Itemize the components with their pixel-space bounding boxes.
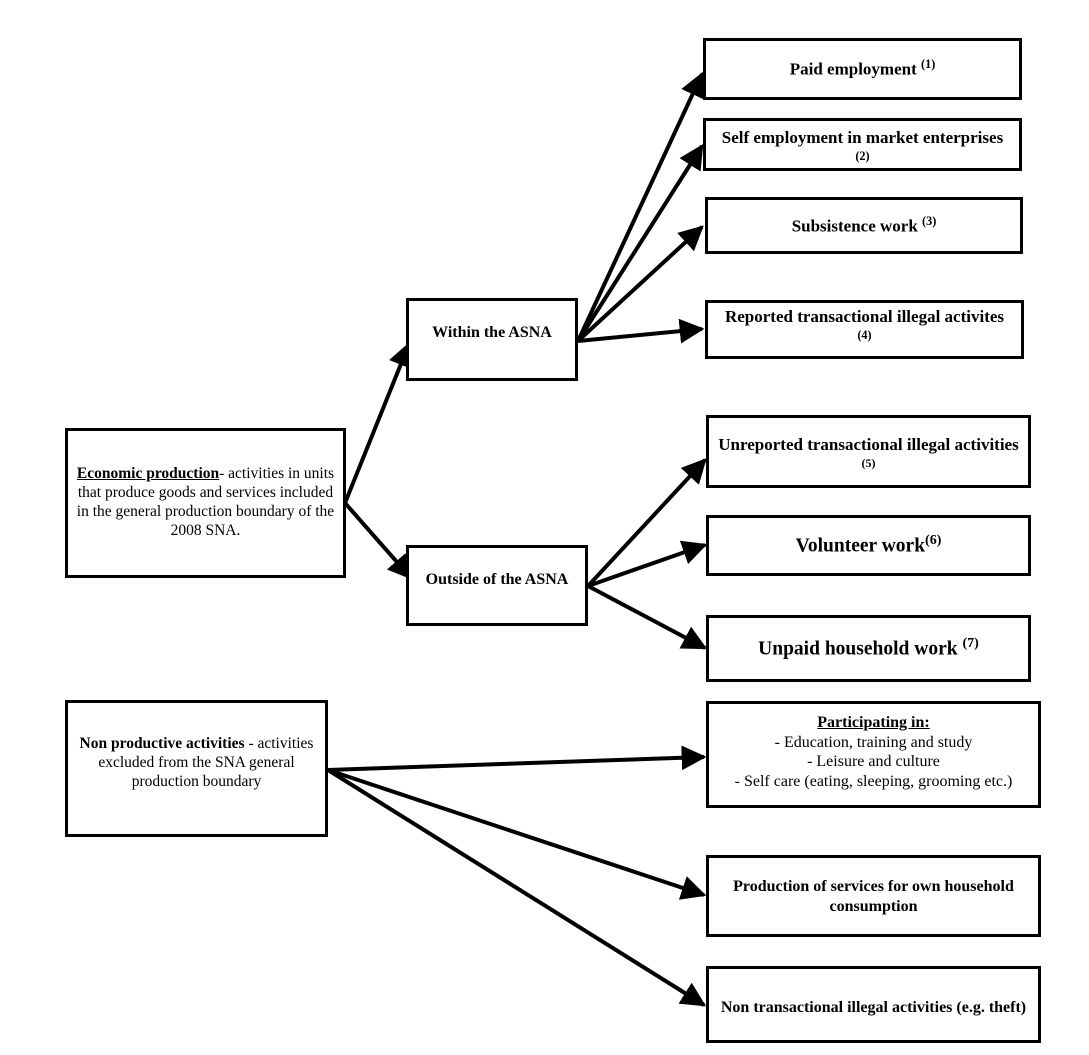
paid-employment-note: (1) xyxy=(921,57,936,72)
participating-in-item-1: - Leisure and culture xyxy=(807,753,940,771)
volunteer-work-text: Volunteer work(6) xyxy=(709,532,1028,558)
edge-nonproductive-to-non-transactional xyxy=(326,768,707,1007)
volunteer-work-note: (6) xyxy=(925,532,942,549)
node-economic-production[interactable]: Economic production- activities in units… xyxy=(65,428,346,578)
self-employment-note: (2) xyxy=(855,148,870,163)
node-unreported-transactional-illegal-activities[interactable]: Unreported transactional illegal activit… xyxy=(706,415,1031,488)
reported-illegal-text: Reported transactional illegal activites… xyxy=(708,307,1021,351)
node-non-productive-activities[interactable]: Non productive activities - activities e… xyxy=(65,700,328,837)
subsistence-work-text: Subsistence work (3) xyxy=(708,214,1020,237)
node-participating-in[interactable]: Participating in: - Education, training … xyxy=(706,701,1041,808)
unpaid-household-work-text: Unpaid household work (7) xyxy=(709,635,1028,661)
unreported-illegal-text: Unreported transactional illegal activit… xyxy=(709,435,1028,470)
self-employment-text: Self employment in market enterprises (2… xyxy=(706,128,1019,172)
unpaid-household-work-note: (7) xyxy=(962,635,979,652)
edge-nonproductive-to-participating xyxy=(327,745,707,772)
diagram-canvas: Economic production- activities in units… xyxy=(0,0,1089,1055)
node-subsistence-work[interactable]: Subsistence work (3) xyxy=(705,197,1023,254)
paid-employment-text: Paid employment (1) xyxy=(706,57,1019,80)
non-productive-lead: Non productive activities xyxy=(79,735,245,752)
edge-outside-to-unpaid-household xyxy=(587,584,708,650)
non-transactional-illegal-label: Non transactional illegal activities (e.… xyxy=(720,999,1027,1016)
reported-illegal-note: (4) xyxy=(857,328,872,343)
unreported-illegal-note: (5) xyxy=(861,455,876,470)
unreported-illegal-label: Unreported transactional illegal activit… xyxy=(718,435,1019,454)
participating-in-item-2: - Self care (eating, sleeping, grooming … xyxy=(734,772,1013,790)
node-paid-employment[interactable]: Paid employment (1) xyxy=(703,38,1022,100)
volunteer-work-label: Volunteer work xyxy=(795,535,926,557)
economic-production-lead: Economic production xyxy=(76,465,220,483)
participating-in-text: Participating in: - Education, training … xyxy=(709,713,1038,791)
own-household-production-label: Production of services for own household… xyxy=(733,878,1014,915)
node-within-the-asna[interactable]: Within the ASNA xyxy=(406,298,578,381)
paid-employment-label: Paid employment xyxy=(789,59,917,79)
within-asna-label: Within the ASNA xyxy=(432,324,552,341)
participating-in-heading: Participating in: xyxy=(817,714,930,731)
node-reported-transactional-illegal-activities[interactable]: Reported transactional illegal activites… xyxy=(705,300,1024,359)
subsistence-work-note: (3) xyxy=(922,213,937,228)
node-unpaid-household-work[interactable]: Unpaid household work (7) xyxy=(706,615,1031,682)
node-non-transactional-illegal-activities[interactable]: Non transactional illegal activities (e.… xyxy=(706,966,1041,1043)
node-outside-of-the-asna[interactable]: Outside of the ASNA xyxy=(406,545,588,626)
participating-in-item-0: - Education, training and study xyxy=(774,733,973,751)
node-production-services-own-household-consumption[interactable]: Production of services for own household… xyxy=(706,855,1041,937)
subsistence-work-label: Subsistence work xyxy=(791,216,918,236)
reported-illegal-label: Reported transactional illegal activites xyxy=(724,307,1005,327)
node-self-employment-market-enterprises[interactable]: Self employment in market enterprises (2… xyxy=(703,118,1022,171)
node-volunteer-work[interactable]: Volunteer work(6) xyxy=(706,515,1031,576)
unpaid-household-work-label: Unpaid household work xyxy=(758,638,958,660)
edge-within-to-reported-illegal xyxy=(577,318,705,344)
edge-economic-to-outside xyxy=(343,501,413,580)
economic-production-text: Economic production- activities in units… xyxy=(68,465,343,541)
edge-economic-to-within xyxy=(343,341,413,504)
outside-asna-label: Outside of the ASNA xyxy=(425,571,569,588)
edge-nonproductive-to-own-household xyxy=(327,768,707,900)
edge-within-to-paid xyxy=(576,71,704,342)
self-employment-label: Self employment in market enterprises xyxy=(721,128,1004,147)
non-productive-text: Non productive activities - activities e… xyxy=(68,735,325,792)
